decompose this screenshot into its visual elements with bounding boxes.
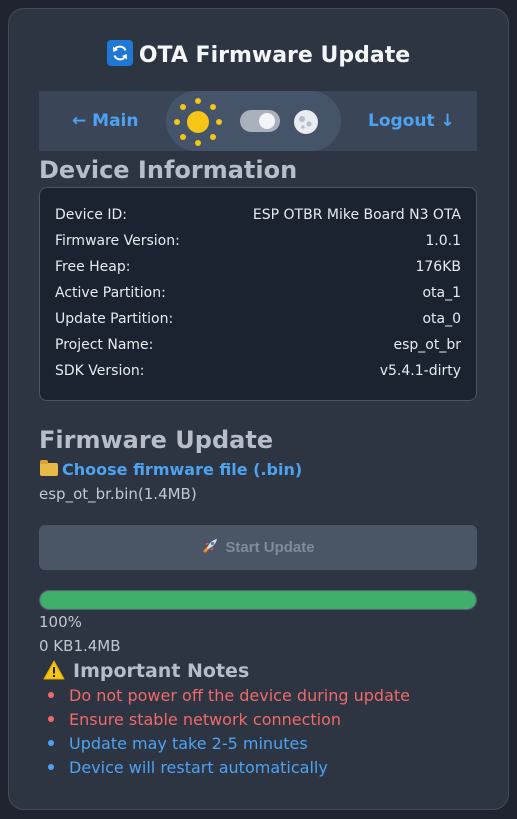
warning-icon	[43, 660, 65, 680]
notes-heading-text: Important Notes	[73, 660, 250, 682]
start-update-label: Start Update	[225, 539, 315, 556]
theme-toggle-knob	[259, 113, 275, 129]
bullet-icon	[48, 740, 54, 746]
info-row-project-name: Project Name: esp_ot_br	[55, 337, 461, 357]
info-value: ota_1	[422, 285, 461, 301]
info-row-active-partition: Active Partition: ota_1	[55, 285, 461, 305]
info-label: Free Heap:	[55, 259, 131, 275]
start-update-button[interactable]: Start Update	[39, 525, 477, 570]
page-title: OTA Firmware Update	[0, 40, 517, 68]
device-info-panel: Device ID: ESP OTBR Mike Board N3 OTA Fi…	[39, 187, 477, 401]
bullet-icon	[48, 716, 54, 722]
transfer-size: 0 KB1.4MB	[39, 637, 121, 655]
info-row-sdk-version: SDK Version: v5.4.1-dirty	[55, 363, 461, 383]
info-label: SDK Version:	[55, 363, 145, 379]
note-item: Ensure stable network connection	[48, 710, 341, 729]
choose-file-button[interactable]: Choose firmware file (.bin)	[40, 460, 302, 479]
info-value: 176KB	[415, 259, 461, 275]
theme-toggle[interactable]	[240, 110, 280, 132]
note-item: Do not power off the device during updat…	[48, 686, 410, 705]
note-text: Ensure stable network connection	[69, 710, 342, 729]
info-value: esp_ot_br	[393, 337, 462, 353]
bullet-icon	[48, 692, 54, 698]
info-value: 1.0.1	[425, 233, 461, 249]
info-value: ota_0	[422, 311, 461, 327]
info-row-update-partition: Update Partition: ota_0	[55, 311, 461, 331]
firmware-update-heading: Firmware Update	[39, 426, 274, 454]
note-item: Update may take 2-5 minutes	[48, 734, 308, 753]
main-link[interactable]: ← Main	[72, 111, 138, 131]
rocket-icon	[203, 539, 218, 553]
info-value: v5.4.1-dirty	[379, 363, 461, 379]
note-text: Update may take 2-5 minutes	[69, 734, 308, 753]
folder-icon	[40, 460, 58, 476]
progress-fill	[40, 591, 476, 609]
note-text: Device will restart automatically	[69, 758, 328, 777]
important-notes-heading: Important Notes	[43, 660, 249, 682]
device-info-heading: Device Information	[39, 156, 298, 184]
info-row-firmware-version: Firmware Version: 1.0.1	[55, 233, 461, 253]
info-label: Firmware Version:	[55, 233, 180, 249]
bullet-icon	[48, 764, 54, 770]
logout-link[interactable]: Logout ↓	[368, 111, 455, 131]
note-item: Device will restart automatically	[48, 758, 328, 777]
nav-bar: ← Main Logout ↓	[39, 91, 477, 151]
refresh-icon	[106, 40, 133, 66]
info-row-device-id: Device ID: ESP OTBR Mike Board N3 OTA	[55, 207, 461, 227]
title-text: OTA Firmware Update	[138, 43, 411, 68]
progress-percent: 100%	[39, 613, 82, 631]
sun-icon[interactable]	[168, 94, 228, 150]
info-label: Active Partition:	[55, 285, 166, 301]
progress-bar	[39, 590, 477, 610]
choose-file-label: Choose firmware file (.bin)	[62, 460, 303, 479]
moon-icon[interactable]	[293, 109, 319, 135]
info-label: Project Name:	[55, 337, 154, 353]
note-text: Do not power off the device during updat…	[69, 686, 410, 705]
info-row-free-heap: Free Heap: 176KB	[55, 259, 461, 279]
info-value: ESP OTBR Mike Board N3 OTA	[252, 207, 461, 223]
info-label: Update Partition:	[55, 311, 174, 327]
info-label: Device ID:	[55, 207, 127, 223]
selected-file-name: esp_ot_br.bin(1.4MB)	[39, 485, 197, 503]
